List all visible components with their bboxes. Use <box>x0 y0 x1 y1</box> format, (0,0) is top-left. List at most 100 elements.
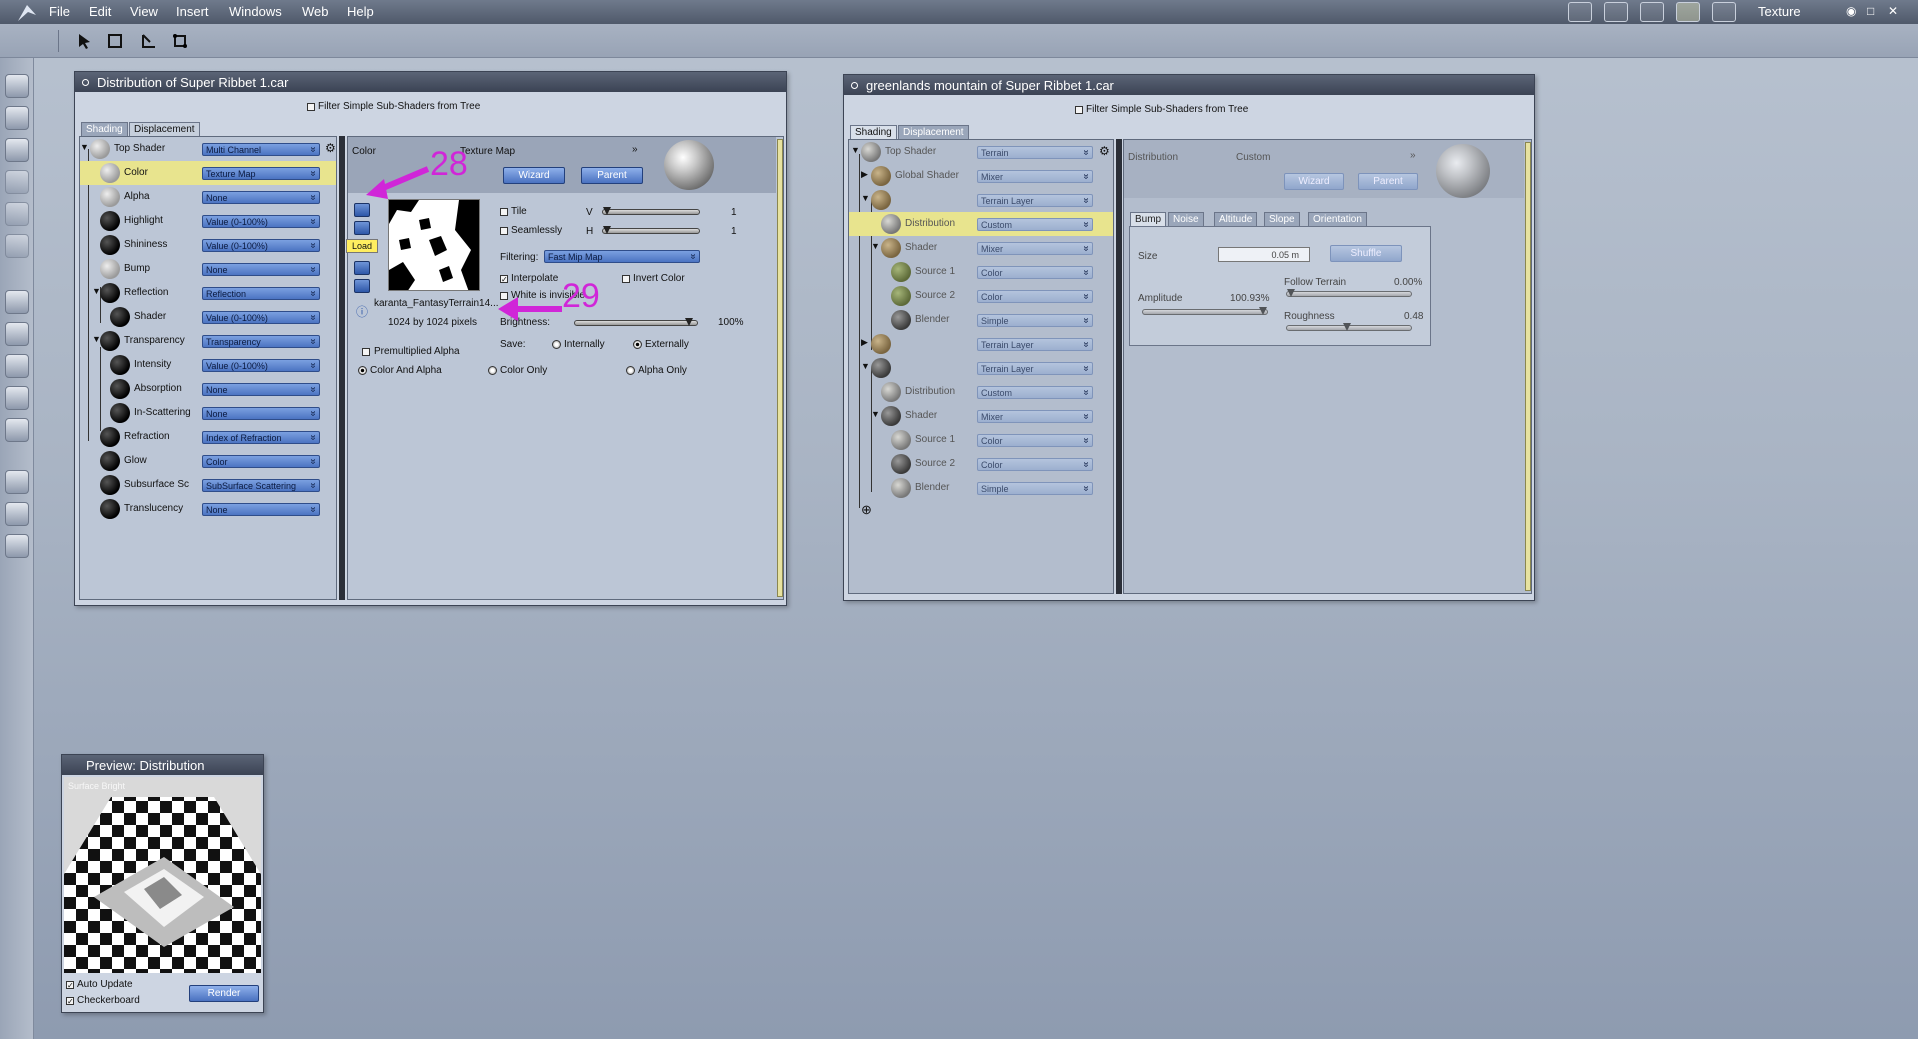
resize-tool-icon[interactable] <box>140 32 158 50</box>
tree-row[interactable]: Blender Simple <box>849 308 1113 332</box>
room-face-icon[interactable] <box>1604 2 1628 22</box>
tree-row[interactable]: Source 1 Color <box>849 260 1113 284</box>
tree-row-alpha[interactable]: Alpha None <box>80 185 336 209</box>
editor-scrollbar[interactable] <box>777 139 783 597</box>
amplitude-slider[interactable] <box>1142 307 1268 315</box>
tree-row[interactable]: Source 2 Color <box>849 452 1113 476</box>
shader-dropdown[interactable]: Reflection <box>202 287 320 300</box>
texture-thumbnail[interactable] <box>388 199 480 291</box>
tree-row-shininess[interactable]: Shininess Value (0-100%) <box>80 233 336 257</box>
shader-dropdown[interactable]: Mixer <box>977 170 1093 183</box>
shader-dropdown[interactable]: Mixer <box>977 242 1093 255</box>
menu-view[interactable]: View <box>130 4 158 19</box>
type-menu-icon[interactable]: » <box>632 144 638 155</box>
zoom-icon[interactable] <box>5 534 29 558</box>
add-layer-icon[interactable]: ⊕ <box>861 502 872 518</box>
menu-help[interactable]: Help <box>347 4 374 19</box>
color-only-radio[interactable] <box>488 366 497 375</box>
tree-row[interactable]: Distribution Custom <box>849 380 1113 404</box>
follow-terrain-slider-thumb[interactable] <box>1287 289 1295 297</box>
parent-button[interactable]: Parent <box>1358 173 1418 190</box>
eye-icon[interactable]: ◉ <box>1846 4 1856 18</box>
tree-row[interactable]: ▶ Terrain Layer <box>849 332 1113 356</box>
shader-dropdown[interactable]: SubSurface Scattering <box>202 479 320 492</box>
save-image-icon[interactable] <box>354 221 370 235</box>
menu-insert[interactable]: Insert <box>176 4 209 19</box>
type-menu-icon[interactable]: » <box>1410 150 1416 161</box>
shader-dropdown[interactable]: None <box>202 263 320 276</box>
checkerboard-checkbox[interactable]: ✓ <box>66 997 74 1006</box>
invert-color-checkbox[interactable] <box>622 275 630 283</box>
subtab-orientation[interactable]: Orientation <box>1308 212 1367 226</box>
shader-dropdown[interactable]: None <box>202 503 320 516</box>
room-hand-icon[interactable] <box>1568 2 1592 22</box>
tree-row-transparency[interactable]: ▼ Transparency Transparency <box>80 329 336 353</box>
internally-radio[interactable] <box>552 340 561 349</box>
hand-icon[interactable] <box>5 502 29 526</box>
tree-row-subsurface[interactable]: Subsurface Sc SubSurface Scattering <box>80 473 336 497</box>
select-arrow-icon[interactable] <box>76 32 94 50</box>
shader-dropdown[interactable]: Index of Refraction <box>202 431 320 444</box>
shader-dropdown[interactable]: Terrain <box>977 146 1093 159</box>
shader-dropdown[interactable]: Color <box>202 455 320 468</box>
filter-checkbox[interactable] <box>1075 106 1083 114</box>
tree-row-absorption[interactable]: Absorption None <box>80 377 336 401</box>
parent-button[interactable]: Parent <box>581 167 643 184</box>
tree-row-refraction[interactable]: Refraction Index of Refraction <box>80 425 336 449</box>
taper-tool-icon[interactable] <box>5 202 29 226</box>
shader-dropdown[interactable]: Transparency <box>202 335 320 348</box>
tree-row-shader[interactable]: Shader Value (0-100%) <box>80 305 336 329</box>
follow-terrain-slider[interactable] <box>1286 289 1412 297</box>
tree-row[interactable]: ▶ Global Shader Mixer <box>849 164 1113 188</box>
close-icon[interactable]: ✕ <box>1888 4 1898 18</box>
premultiplied-checkbox[interactable] <box>362 348 370 356</box>
shield-icon[interactable] <box>5 418 29 442</box>
shader-dropdown[interactable]: Color <box>977 266 1093 279</box>
tree-row[interactable]: ▼ Terrain Layer <box>849 356 1113 380</box>
splitter[interactable] <box>1116 139 1122 594</box>
subtab-bump[interactable]: Bump <box>1130 212 1167 226</box>
move-tool-icon[interactable] <box>5 106 29 130</box>
tree-options-icon[interactable]: ⚙ <box>325 141 336 155</box>
window-close-icon[interactable] <box>851 82 858 89</box>
tree-row-highlight[interactable]: Highlight Value (0-100%) <box>80 209 336 233</box>
twist-tool-icon[interactable] <box>171 32 189 50</box>
shuffle-button[interactable]: Shuffle <box>1330 245 1402 262</box>
scale-tool-icon[interactable] <box>5 170 29 194</box>
tree-row[interactable]: ▼ Terrain Layer <box>849 188 1113 212</box>
tree-row[interactable]: Distribution Custom <box>849 212 1113 236</box>
shader-dropdown[interactable]: None <box>202 407 320 420</box>
tree-options-icon[interactable]: ⚙ <box>1099 144 1110 158</box>
tree-row-bump[interactable]: Bump None <box>80 257 336 281</box>
size-input[interactable]: 0.05 m <box>1218 247 1310 262</box>
amplitude-slider-thumb[interactable] <box>1259 307 1267 315</box>
menu-file[interactable]: File <box>49 4 70 19</box>
camera-icon[interactable] <box>5 470 29 494</box>
window-title-bar[interactable]: greenlands mountain of Super Ribbet 1.ca… <box>844 75 1534 95</box>
tree-row[interactable]: Blender Simple <box>849 476 1113 500</box>
tree-row-translucency[interactable]: Translucency None <box>80 497 336 521</box>
tree-row[interactable]: ▼Top ShaderTerrain⚙ <box>849 140 1113 164</box>
tree-row[interactable]: ▼ Shader Mixer <box>849 236 1113 260</box>
shader-dropdown[interactable]: None <box>202 191 320 204</box>
window-close-icon[interactable] <box>82 79 89 86</box>
shader-dropdown[interactable]: Simple <box>977 314 1093 327</box>
rotate-tool-icon[interactable] <box>5 138 29 162</box>
direct-manip-icon[interactable] <box>5 354 29 378</box>
wizard-button[interactable]: Wizard <box>1284 173 1344 190</box>
refresh-image-icon[interactable] <box>354 279 370 293</box>
menu-edit[interactable]: Edit <box>89 4 111 19</box>
roughness-slider[interactable] <box>1286 323 1412 331</box>
tree-row-intensity[interactable]: Intensity Value (0-100%) <box>80 353 336 377</box>
shader-dropdown[interactable]: Value (0-100%) <box>202 215 320 228</box>
v-slider[interactable] <box>602 207 700 215</box>
info-icon[interactable]: ⓘ <box>356 303 368 320</box>
tree-row[interactable]: Source 1 Color <box>849 428 1113 452</box>
alpha-only-radio[interactable] <box>626 366 635 375</box>
externally-radio[interactable] <box>633 340 642 349</box>
preview-title-bar[interactable]: Preview: Distribution <box>62 755 263 775</box>
shader-dropdown[interactable]: None <box>202 383 320 396</box>
rotate-tool-icon[interactable] <box>106 32 124 50</box>
shader-dropdown[interactable]: Texture Map <box>202 167 320 180</box>
color-and-alpha-radio[interactable] <box>358 366 367 375</box>
